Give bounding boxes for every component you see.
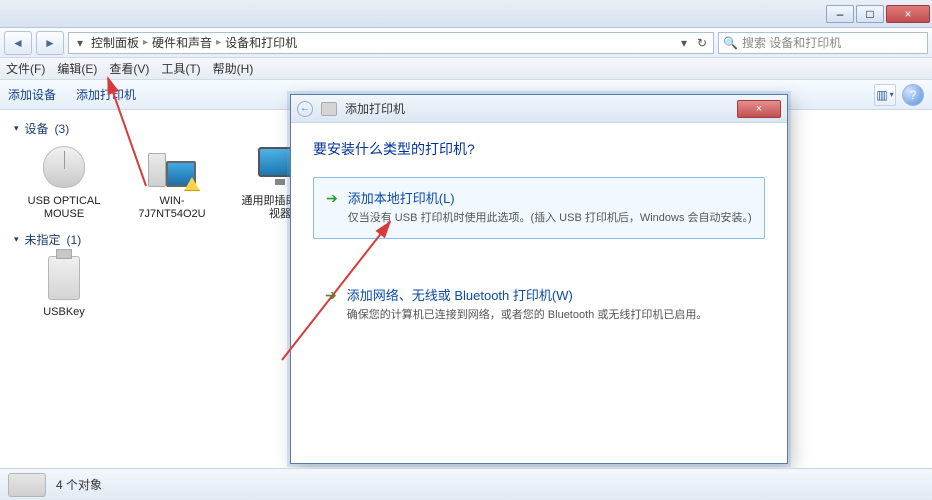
- menu-edit[interactable]: 编辑(E): [57, 60, 97, 77]
- add-printer-dialog: ← 添加打印机 × 要安装什么类型的打印机? ➔ 添加本地打印机(L) 仅当没有…: [290, 94, 788, 464]
- device-item-computer[interactable]: WIN-7J7NT54O2U: [132, 143, 212, 221]
- menu-help[interactable]: 帮助(H): [213, 60, 254, 77]
- chevron-down-icon: ▾: [890, 90, 894, 99]
- toolbar-help-button[interactable]: ?: [902, 84, 924, 106]
- option-title: 添加本地打印机(L): [348, 188, 752, 207]
- printer-icon: [8, 473, 46, 497]
- group-count: (3): [55, 122, 70, 136]
- nav-back-button[interactable]: ◄: [4, 31, 32, 55]
- menu-file[interactable]: 文件(F): [6, 60, 45, 77]
- usbkey-icon: [48, 256, 80, 300]
- computer-icon: [148, 147, 196, 187]
- breadcrumb[interactable]: ▾ 控制面板 ▸ 硬件和声音 ▸ 设备和打印机 ▾ ↻: [68, 32, 714, 54]
- wizard-back-icon[interactable]: ←: [297, 101, 313, 117]
- menu-tools[interactable]: 工具(T): [161, 60, 200, 77]
- device-label: USB OPTICAL MOUSE: [24, 195, 104, 221]
- breadcrumb-crumb[interactable]: 设备和打印机: [225, 34, 297, 51]
- close-icon: ×: [756, 103, 762, 115]
- maximize-icon: □: [866, 7, 873, 21]
- back-arrow-icon: ◄: [12, 36, 24, 50]
- view-mode-icon: ▥: [876, 88, 887, 102]
- chevron-right-icon: ▸: [143, 37, 148, 48]
- group-count: (1): [67, 233, 82, 247]
- menu-bar: 文件(F) 编辑(E) 查看(V) 工具(T) 帮助(H): [0, 58, 932, 80]
- mouse-icon: [43, 146, 85, 188]
- device-item-mouse[interactable]: USB OPTICAL MOUSE: [24, 143, 104, 221]
- forward-arrow-icon: ►: [44, 36, 56, 50]
- toolbar-add-printer[interactable]: 添加打印机: [76, 86, 136, 103]
- window-close-button[interactable]: ×: [886, 5, 930, 23]
- device-item-usbkey[interactable]: USBKey: [24, 254, 104, 319]
- help-icon: ?: [910, 88, 917, 102]
- dialog-heading: 要安装什么类型的打印机?: [313, 139, 765, 159]
- breadcrumb-crumb[interactable]: 硬件和声音: [152, 34, 212, 51]
- chevron-right-icon: ▸: [216, 37, 221, 48]
- dialog-titlebar[interactable]: ← 添加打印机 ×: [291, 95, 787, 123]
- option-add-network-printer[interactable]: ➔ 添加网络、无线或 Bluetooth 打印机(W) 确保您的计算机已连接到网…: [313, 285, 765, 323]
- breadcrumb-root-icon[interactable]: ▾: [73, 36, 87, 50]
- collapse-triangle-icon: ▾: [14, 234, 19, 245]
- group-label: 未指定: [25, 231, 61, 248]
- device-label: USBKey: [43, 306, 85, 319]
- status-object-count: 4 个对象: [56, 476, 102, 493]
- arrow-right-icon: ➔: [325, 287, 337, 323]
- dialog-title-text: 添加打印机: [345, 100, 405, 117]
- option-description: 仅当没有 USB 打印机时使用此选项。(插入 USB 打印机后，Windows …: [348, 211, 752, 226]
- printer-icon: [321, 102, 337, 116]
- collapse-triangle-icon: ▾: [14, 123, 19, 134]
- status-bar: 4 个对象: [0, 468, 932, 500]
- search-input[interactable]: 🔍 搜索 设备和打印机: [718, 32, 928, 54]
- search-icon: 🔍: [723, 36, 738, 50]
- minimize-icon: –: [837, 7, 844, 21]
- group-label: 设备: [25, 120, 49, 137]
- search-placeholder: 搜索 设备和打印机: [742, 34, 841, 51]
- arrow-right-icon: ➔: [326, 190, 338, 226]
- window-titlebar: – □ ×: [0, 0, 932, 28]
- refresh-icon[interactable]: ↻: [695, 36, 709, 50]
- option-add-local-printer[interactable]: ➔ 添加本地打印机(L) 仅当没有 USB 打印机时使用此选项。(插入 USB …: [313, 177, 765, 239]
- toolbar-view-button[interactable]: ▥▾: [874, 84, 896, 106]
- address-bar: ◄ ► ▾ 控制面板 ▸ 硬件和声音 ▸ 设备和打印机 ▾ ↻ 🔍 搜索 设备和…: [0, 28, 932, 58]
- nav-forward-button[interactable]: ►: [36, 31, 64, 55]
- breadcrumb-dropdown-icon[interactable]: ▾: [677, 36, 691, 50]
- toolbar-add-device[interactable]: 添加设备: [8, 86, 56, 103]
- breadcrumb-crumb[interactable]: 控制面板: [91, 34, 139, 51]
- window-minimize-button[interactable]: –: [826, 5, 854, 23]
- dialog-close-button[interactable]: ×: [737, 100, 781, 118]
- device-label: WIN-7J7NT54O2U: [132, 195, 212, 221]
- option-description: 确保您的计算机已连接到网络，或者您的 Bluetooth 或无线打印机已启用。: [347, 308, 708, 323]
- option-title: 添加网络、无线或 Bluetooth 打印机(W): [347, 285, 708, 304]
- close-icon: ×: [904, 7, 911, 21]
- window-maximize-button[interactable]: □: [856, 5, 884, 23]
- menu-view[interactable]: 查看(V): [109, 60, 149, 77]
